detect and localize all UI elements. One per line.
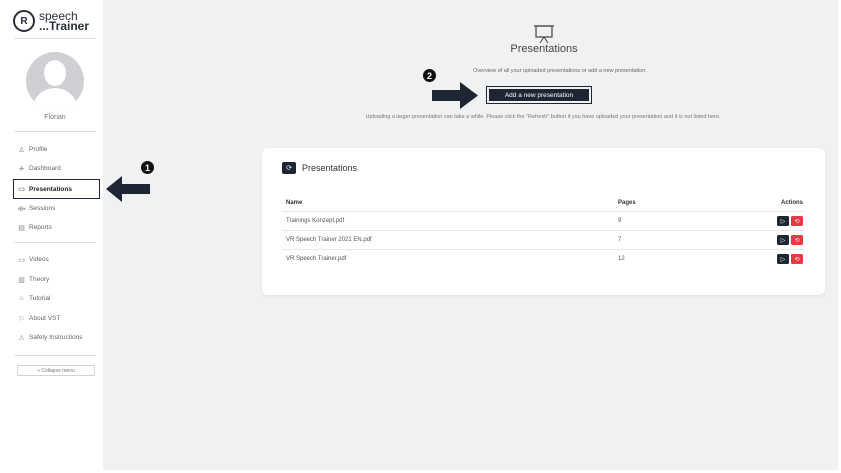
sidebar-item-label: Reports (29, 224, 52, 231)
sessions-icon: ⟴ (17, 205, 26, 213)
reports-icon: ▤ (18, 224, 25, 232)
annotation-arrow-left-icon (106, 176, 150, 202)
presentation-icon: ▭ (18, 186, 25, 193)
sidebar-item-label: Dashboard (29, 165, 61, 172)
play-icon[interactable]: ▷ (777, 235, 789, 245)
play-icon[interactable]: ▷ (777, 216, 789, 226)
video-icon: ▭ (18, 256, 25, 264)
delete-icon[interactable]: ⟲ (791, 235, 803, 245)
annotation-step-2: 2 (423, 69, 436, 82)
app-logo[interactable]: R speech ...Trainer (13, 7, 95, 35)
annotation-step-1: 1 (141, 161, 154, 174)
sidebar-item-theory[interactable]: ▥ Theory (14, 271, 98, 288)
sidebar-item-label: Safety Instructions (29, 334, 83, 341)
table-row: VR Speech Trainer.pdf 12 ▷ ⟲ (282, 249, 805, 268)
warning-icon: ⚠ (18, 334, 25, 342)
column-header-actions: Actions (780, 200, 803, 206)
sidebar-divider (14, 131, 96, 132)
info-icon: ⚐ (18, 315, 25, 323)
sidebar-item-reports[interactable]: ▤ Reports (14, 219, 98, 236)
sidebar-item-videos[interactable]: ▭ Videos (14, 251, 98, 268)
sidebar-item-profile[interactable]: ♙ Profile (14, 141, 98, 158)
annotation-arrow-right-icon (432, 82, 478, 109)
card-title: Presentations (302, 163, 358, 173)
presentation-name: VR Speech Trainer 2021 EN.pdf (286, 237, 372, 243)
sidebar-item-sessions[interactable]: ⟴ Sessions (14, 200, 98, 217)
sidebar-item-label: Videos (29, 256, 49, 263)
refresh-icon[interactable]: ⟳ (282, 162, 296, 174)
book-icon: ▥ (18, 276, 25, 284)
sidebar-item-label: Theory (29, 276, 50, 283)
logo-mark-icon: R (13, 10, 35, 32)
sidebar-divider (14, 355, 96, 356)
presentation-name: Trainings Konzept.pdf (286, 218, 345, 224)
sidebar-item-presentations[interactable]: ▭ Presentations (13, 179, 100, 199)
sidebar-item-label: Profile (29, 146, 48, 153)
upload-note: Uploading a larger presentation can take… (365, 114, 721, 120)
logo-text-line2: ...Trainer (39, 19, 90, 33)
sidebar-item-label: Presentations (29, 185, 72, 193)
person-icon: ♙ (18, 146, 25, 154)
presentation-pages: 7 (618, 237, 622, 243)
tutorial-icon: ⌂ (19, 295, 24, 302)
page-title: Presentations (510, 43, 578, 55)
sidebar-item-label: Sessions (29, 205, 56, 212)
sidebar-item-label: Tutorial (29, 295, 51, 302)
presentation-pages: 12 (618, 256, 625, 262)
sidebar-item-label: About VST (29, 315, 61, 322)
column-header-name: Name (286, 200, 303, 206)
play-icon[interactable]: ▷ (777, 254, 789, 264)
presentation-pages: 9 (618, 218, 622, 224)
presentation-board-icon (534, 25, 554, 44)
sidebar-item-about-vst[interactable]: ⚐ About VST (14, 310, 98, 327)
sidebar-item-safety-instructions[interactable]: ⚠ Safety Instructions (14, 329, 98, 346)
delete-icon[interactable]: ⟲ (791, 216, 803, 226)
avatar (26, 52, 84, 110)
sidebar-divider (14, 242, 96, 243)
page-intro-text: Overview of all your uploaded presentati… (473, 68, 647, 74)
column-header-pages: Pages (618, 200, 636, 206)
presentations-card: ⟳ Presentations Name Pages Actions Train… (262, 148, 825, 295)
sidebar-item-dashboard[interactable]: ⁜ Dashboard (14, 160, 98, 177)
collapse-menu-button[interactable]: « Collapse menu (17, 365, 95, 376)
delete-icon[interactable]: ⟲ (791, 254, 803, 264)
table-row: VR Speech Trainer 2021 EN.pdf 7 ▷ ⟲ (282, 230, 805, 249)
add-presentation-button[interactable]: Add a new presentation (486, 86, 592, 104)
dashboard-icon: ⁜ (18, 165, 25, 173)
sidebar-divider (14, 38, 96, 39)
sidebar-item-tutorial[interactable]: ⌂ Tutorial (14, 290, 98, 307)
user-name: Florian (44, 114, 66, 121)
presentation-name: VR Speech Trainer.pdf (286, 256, 347, 262)
table-row: Trainings Konzept.pdf 9 ▷ ⟲ (282, 211, 805, 230)
